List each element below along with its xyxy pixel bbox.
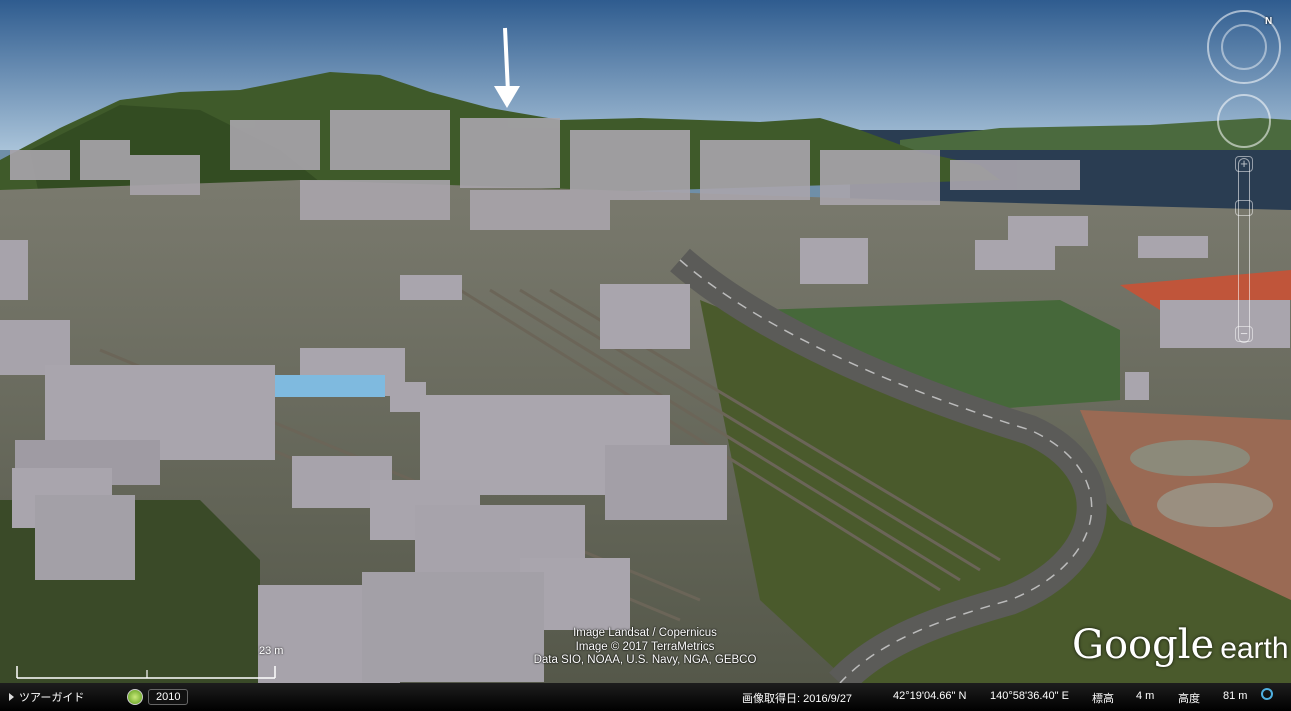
- longitude-readout: 140°58'36.40" E: [990, 690, 1069, 702]
- tour-guide-arrow-icon: [9, 693, 14, 701]
- attribution-line-3: Data SIO, NOAA, U.S. Navy, NGA, GEBCO: [533, 654, 757, 666]
- scale-label: 23 m: [259, 645, 284, 657]
- logo-brand: Google: [1072, 622, 1215, 668]
- latitude-readout: 42°19'04.66" N: [893, 690, 967, 702]
- attribution-line-2: Image © 2017 TerraMetrics: [575, 640, 715, 653]
- blue-roof: [275, 375, 385, 397]
- streaming-indicator-icon: [1261, 688, 1273, 700]
- altitude-value: 81 m: [1223, 690, 1248, 702]
- elevation-value: 4 m: [1136, 690, 1155, 702]
- compass-north-label: N: [1265, 16, 1273, 27]
- historical-imagery-clock-icon[interactable]: [127, 689, 143, 705]
- imagery-date: 画像取得日: 2016/9/27: [742, 693, 853, 705]
- imagery-attribution: Image Landsat / Copernicus Image © 2017 …: [470, 627, 820, 668]
- compass-inner-ring: [1221, 24, 1267, 70]
- tour-guide-label: ツアーガイド: [19, 692, 85, 704]
- park-circle-1: [1130, 440, 1250, 476]
- zoom-out-icon: −: [1240, 326, 1248, 341]
- zoom-out-button[interactable]: −: [1235, 326, 1253, 342]
- status-bar: ツアーガイド 2010 画像取得日: 2016/9/27 42°19'04.66…: [0, 683, 1291, 711]
- google-earth-logo: Google earth: [1072, 622, 1289, 668]
- historical-imagery: 2010: [127, 687, 189, 707]
- logo-product: earth: [1220, 632, 1289, 665]
- earth-3d-view[interactable]: [0, 0, 1291, 711]
- elevation-label: 標高: [1092, 693, 1114, 705]
- scale-bar: [16, 666, 276, 679]
- zoom-slider-handle[interactable]: [1235, 200, 1253, 216]
- historical-year-button[interactable]: 2010: [148, 689, 189, 705]
- look-joystick[interactable]: [1217, 94, 1271, 148]
- zoom-slider[interactable]: [1238, 158, 1250, 343]
- attribution-line-1: Image Landsat / Copernicus: [573, 627, 717, 639]
- altitude-label: 高度: [1178, 693, 1200, 705]
- park-circle-2: [1157, 483, 1273, 527]
- navigation-controls: N + −: [1205, 8, 1285, 358]
- tour-guide-button[interactable]: ツアーガイド: [5, 688, 88, 706]
